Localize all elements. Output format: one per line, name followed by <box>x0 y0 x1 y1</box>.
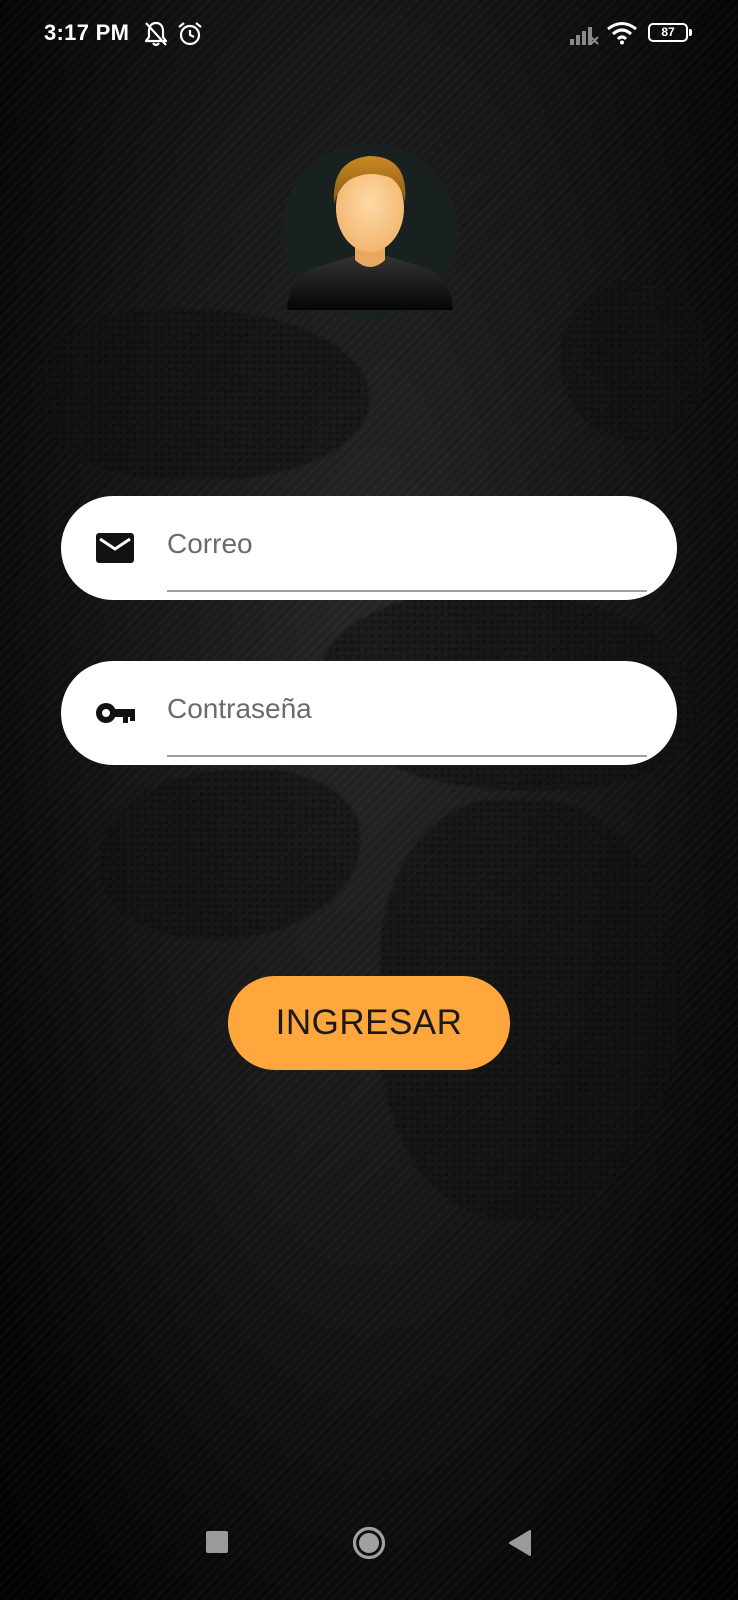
password-input[interactable] <box>167 685 645 733</box>
alarm-icon <box>176 20 204 53</box>
password-field-container <box>61 661 677 765</box>
status-bar: 3:17 PM 87 <box>0 0 738 70</box>
navigation-bar <box>0 1510 738 1600</box>
email-underline <box>167 590 647 592</box>
map-texture <box>560 280 710 440</box>
bell-off-icon <box>143 20 169 53</box>
back-icon[interactable] <box>508 1530 532 1561</box>
recents-icon[interactable] <box>205 1530 229 1559</box>
email-field-container <box>61 496 677 600</box>
map-texture <box>100 770 360 940</box>
battery-icon: 87 <box>648 23 692 42</box>
password-underline <box>167 755 647 757</box>
key-icon <box>95 695 135 731</box>
email-input[interactable] <box>167 520 645 568</box>
status-time: 3:17 PM <box>44 20 130 45</box>
home-icon[interactable] <box>352 1526 386 1565</box>
avatar <box>281 142 459 320</box>
login-button[interactable]: INGRESAR <box>228 976 510 1070</box>
email-icon <box>95 530 135 566</box>
wifi-icon <box>606 21 638 50</box>
map-texture <box>40 310 370 480</box>
signal-icon <box>569 24 599 51</box>
login-screen: 3:17 PM 87 Correo INGRESAR <box>0 0 738 1600</box>
